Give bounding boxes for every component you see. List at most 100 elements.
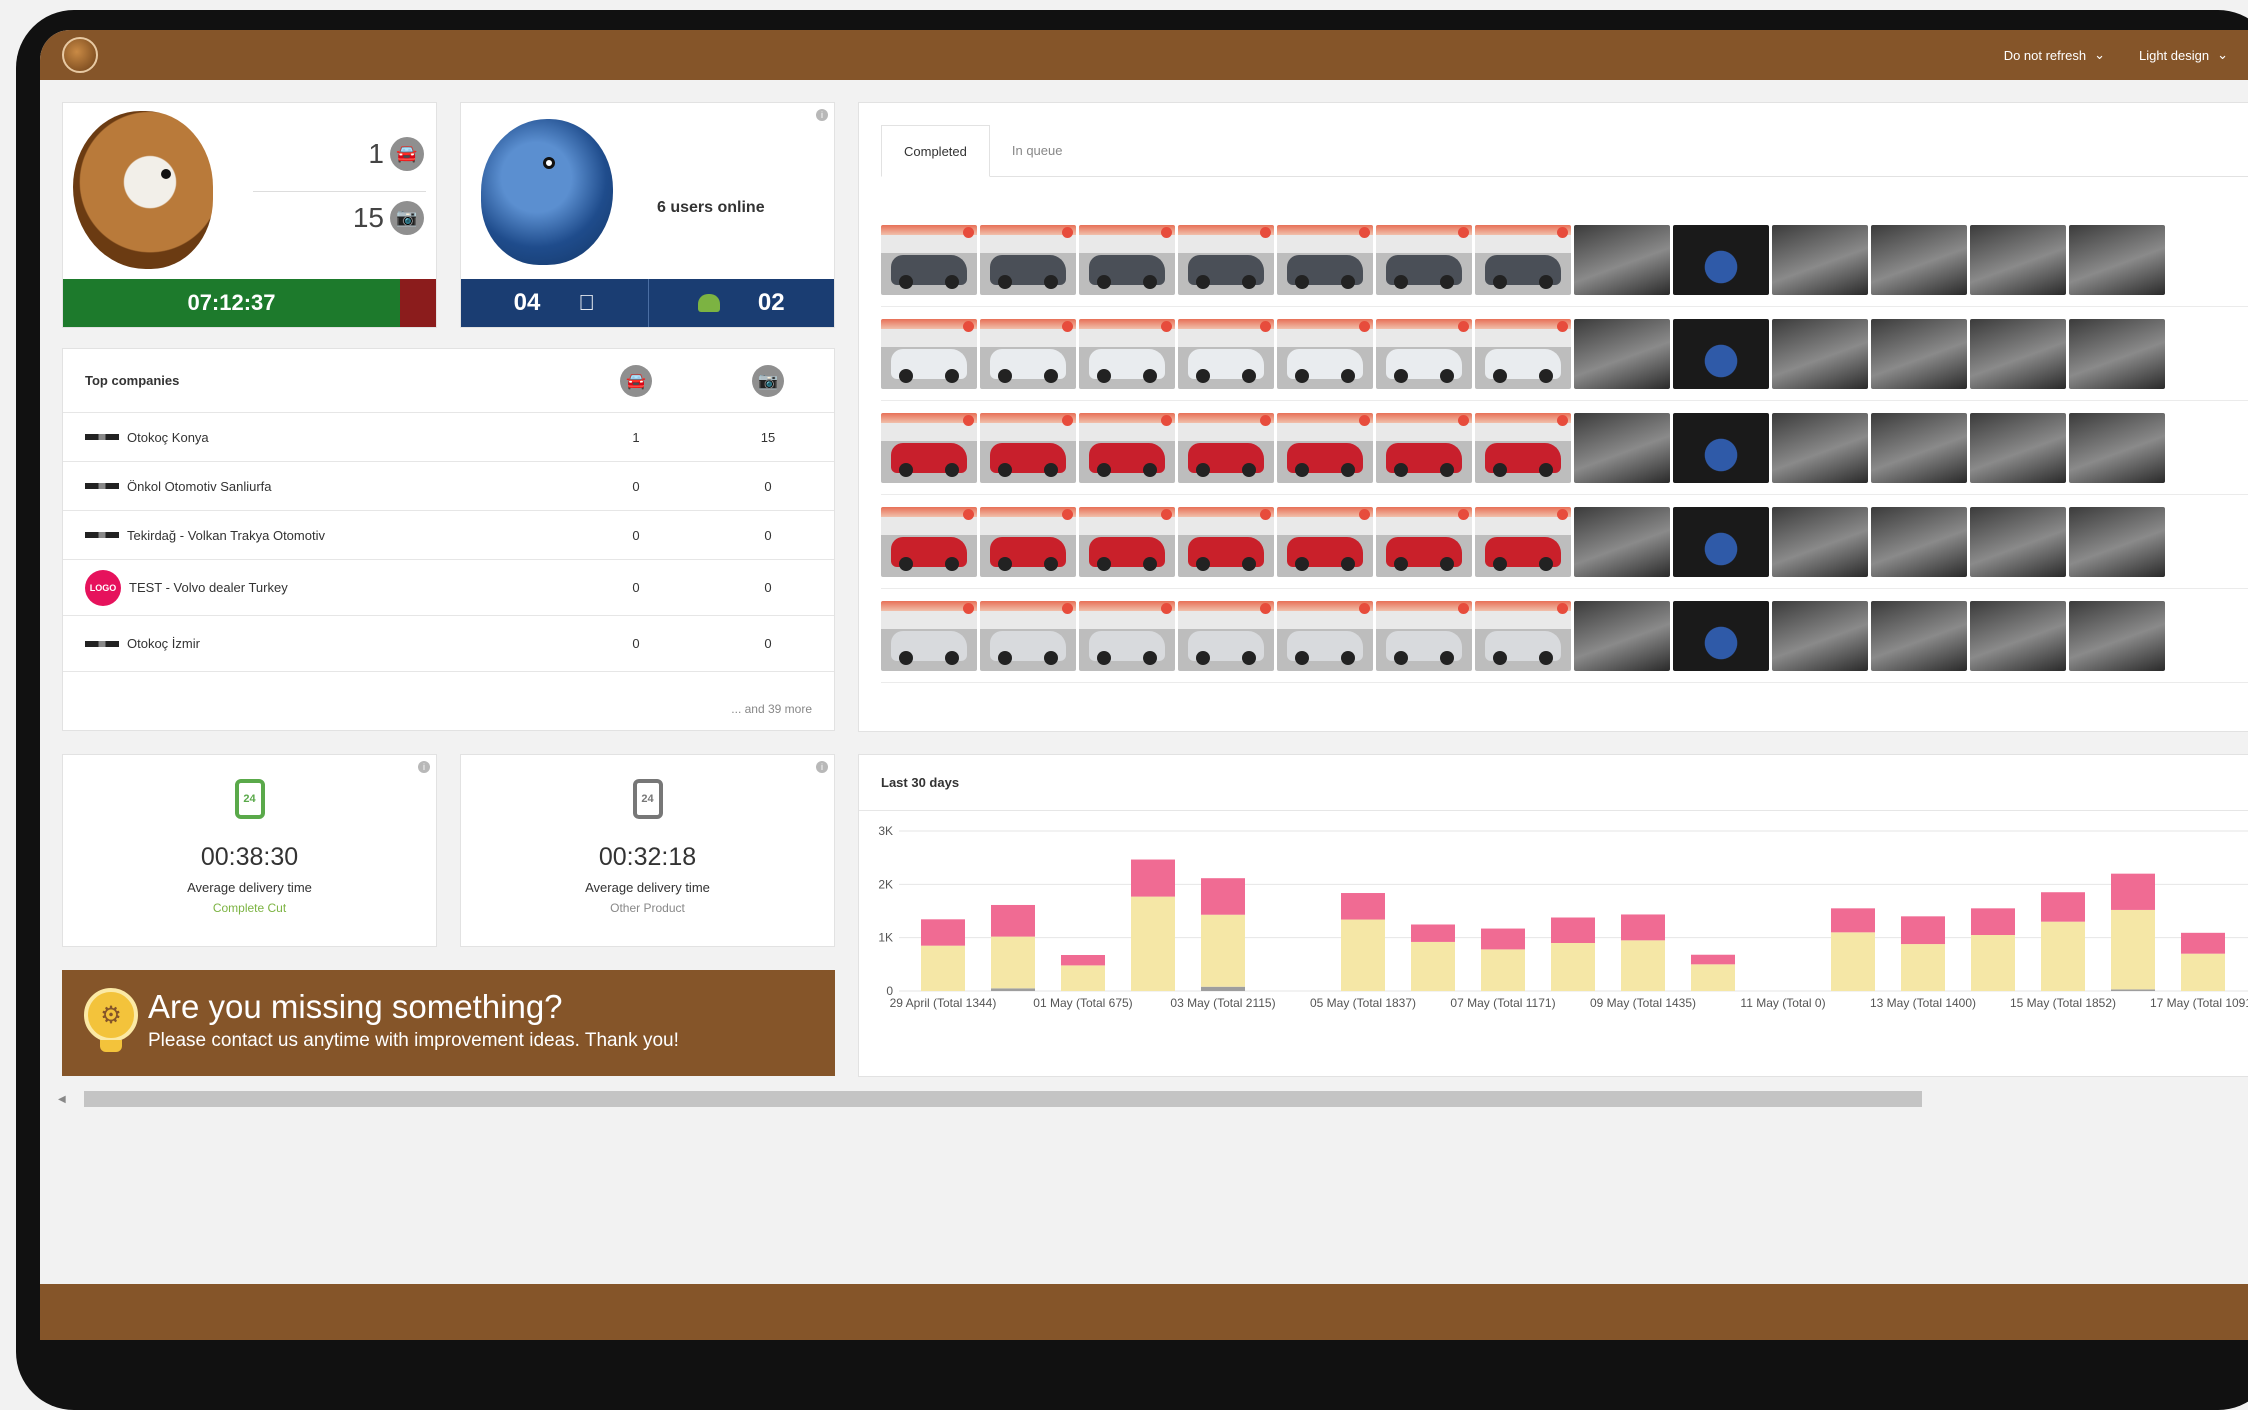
info-icon[interactable]: i (418, 761, 430, 773)
exterior-photo-thumbnail[interactable] (1475, 319, 1571, 389)
interior-photo-thumbnail[interactable] (1673, 225, 1769, 295)
company-row[interactable]: Önkol Otomotiv Sanliurfa 0 0 (63, 462, 834, 511)
exterior-photo-thumbnail[interactable] (980, 319, 1076, 389)
exterior-photo-thumbnail[interactable] (1178, 507, 1274, 577)
exterior-photo-thumbnail[interactable] (1079, 319, 1175, 389)
exterior-photo-thumbnail[interactable] (1376, 507, 1472, 577)
interior-photo-thumbnail[interactable] (1871, 413, 1967, 483)
interior-photo-thumbnail[interactable] (1772, 413, 1868, 483)
exterior-photo-thumbnail[interactable] (1376, 413, 1472, 483)
exterior-photo-thumbnail[interactable] (1277, 413, 1373, 483)
delivery-product: Complete Cut (212, 901, 287, 915)
exterior-photo-thumbnail[interactable] (1178, 413, 1274, 483)
interior-photo-thumbnail[interactable] (1772, 319, 1868, 389)
android-count: 02 (757, 289, 785, 316)
exterior-photo-thumbnail[interactable] (980, 225, 1076, 295)
refresh-dropdown[interactable]: Do not refresh ⌄ (2004, 47, 2105, 63)
exterior-photo-thumbnail[interactable] (881, 507, 977, 577)
interior-photo-thumbnail[interactable] (1574, 225, 1670, 295)
interior-photo-thumbnail[interactable] (1871, 601, 1967, 671)
exterior-photo-thumbnail[interactable] (1178, 601, 1274, 671)
interior-photo-thumbnail[interactable] (1970, 225, 2066, 295)
exterior-photo-thumbnail[interactable] (1475, 507, 1571, 577)
tab-in-queue[interactable]: In queue (990, 125, 1085, 176)
exterior-photo-thumbnail[interactable] (1376, 601, 1472, 671)
exterior-photo-thumbnail[interactable] (1277, 601, 1373, 671)
chart-card: Last 30 days 0 1K 2K 3K 29 April (Total 1344… (858, 754, 2248, 1077)
exterior-photo-thumbnail[interactable] (1376, 225, 1472, 295)
more-companies-link[interactable]: ... and 39 more (731, 702, 812, 716)
exterior-photo-thumbnail[interactable] (1475, 601, 1571, 671)
design-dropdown[interactable]: Light design ⌄ (2139, 47, 2228, 63)
company-row[interactable]: Otokoç Konya 1 15 (63, 413, 834, 462)
company-row[interactable]: Tekirdağ - Volkan Trakya Otomotiv 0 0 (63, 511, 834, 560)
interior-photo-thumbnail[interactable] (2069, 225, 2165, 295)
interior-photo-thumbnail[interactable] (1574, 601, 1670, 671)
company-name: Önkol Otomotiv Sanliurfa (127, 478, 272, 494)
interior-photo-thumbnail[interactable] (1574, 319, 1670, 389)
company-row[interactable]: Otokoç İzmir 0 0 (63, 616, 834, 672)
bar-segment (2111, 909, 2155, 990)
exterior-photo-thumbnail[interactable] (980, 413, 1076, 483)
interior-photo-thumbnail[interactable] (1673, 507, 1769, 577)
interior-photo-thumbnail[interactable] (2069, 507, 2165, 577)
interior-photo-thumbnail[interactable] (1871, 507, 1967, 577)
interior-photo-thumbnail[interactable] (2069, 601, 2165, 671)
interior-photo-thumbnail[interactable] (1673, 601, 1769, 671)
feedback-banner[interactable]: ⚙ Are you missing something? Please cont… (62, 970, 835, 1076)
scroll-left-icon[interactable]: ◀ (58, 1094, 66, 1105)
interior-photo-thumbnail[interactable] (1871, 319, 1967, 389)
exterior-photo-thumbnail[interactable] (1475, 413, 1571, 483)
interior-photo-thumbnail[interactable] (1970, 319, 2066, 389)
interior-photo-thumbnail[interactable] (1970, 507, 2066, 577)
exterior-photo-thumbnail[interactable] (1178, 225, 1274, 295)
exterior-photo-thumbnail[interactable] (881, 319, 977, 389)
exterior-photo-thumbnail[interactable] (881, 225, 977, 295)
tab-completed[interactable]: Completed (881, 125, 990, 177)
app-logo[interactable] (62, 37, 98, 73)
exterior-photo-thumbnail[interactable] (980, 507, 1076, 577)
exterior-photo-thumbnail[interactable] (1178, 319, 1274, 389)
exterior-photo-thumbnail[interactable] (980, 601, 1076, 671)
exterior-photo-thumbnail[interactable] (1277, 319, 1373, 389)
interior-photo-thumbnail[interactable] (1574, 507, 1670, 577)
interior-photo-thumbnail[interactable] (1673, 413, 1769, 483)
interior-photo-thumbnail[interactable] (1673, 319, 1769, 389)
exterior-photo-thumbnail[interactable] (1475, 225, 1571, 295)
logo-badge: LOGO (85, 569, 121, 606)
scrollbar-thumb[interactable] (84, 1091, 1922, 1107)
x-tick-label: 13 May (Total 1400) (1870, 996, 1976, 1010)
interior-photo-thumbnail[interactable] (1772, 225, 1868, 295)
horizontal-scrollbar[interactable]: ◀ (58, 1091, 2248, 1107)
x-tick-label: 01 May (Total 675) (1033, 996, 1132, 1010)
company-row[interactable]: LOGO TEST - Volvo dealer Turkey 0 0 (63, 560, 834, 616)
info-icon[interactable]: i (816, 109, 828, 121)
interior-photo-thumbnail[interactable] (1871, 225, 1967, 295)
ios-count: 04 (513, 289, 541, 316)
lightbulb-icon: ⚙ (84, 988, 138, 1054)
exterior-photo-thumbnail[interactable] (1079, 601, 1175, 671)
exterior-photo-thumbnail[interactable] (1079, 507, 1175, 577)
delivery-time: 00:38:30 (200, 843, 299, 871)
info-icon[interactable]: i (816, 761, 828, 773)
exterior-photo-thumbnail[interactable] (1277, 507, 1373, 577)
exterior-photo-thumbnail[interactable] (1376, 319, 1472, 389)
exterior-photo-thumbnail[interactable] (1277, 225, 1373, 295)
interior-photo-thumbnail[interactable] (2069, 319, 2165, 389)
interior-photo-thumbnail[interactable] (2069, 413, 2165, 483)
cars-count: 1 (368, 138, 384, 169)
interior-photo-thumbnail[interactable] (1772, 601, 1868, 671)
bar-segment (2111, 873, 2155, 910)
bar-segment (1551, 917, 1595, 943)
exterior-photo-thumbnail[interactable] (1079, 413, 1175, 483)
interior-photo-thumbnail[interactable] (1574, 413, 1670, 483)
exterior-photo-thumbnail[interactable] (881, 601, 977, 671)
exterior-photo-thumbnail[interactable] (881, 413, 977, 483)
brand-logo (85, 640, 119, 647)
interior-photo-thumbnail[interactable] (1772, 507, 1868, 577)
bar-segment (1971, 935, 2015, 991)
feedback-text: Please contact us anytime with improveme… (148, 1030, 679, 1051)
interior-photo-thumbnail[interactable] (1970, 413, 2066, 483)
interior-photo-thumbnail[interactable] (1970, 601, 2066, 671)
exterior-photo-thumbnail[interactable] (1079, 225, 1175, 295)
